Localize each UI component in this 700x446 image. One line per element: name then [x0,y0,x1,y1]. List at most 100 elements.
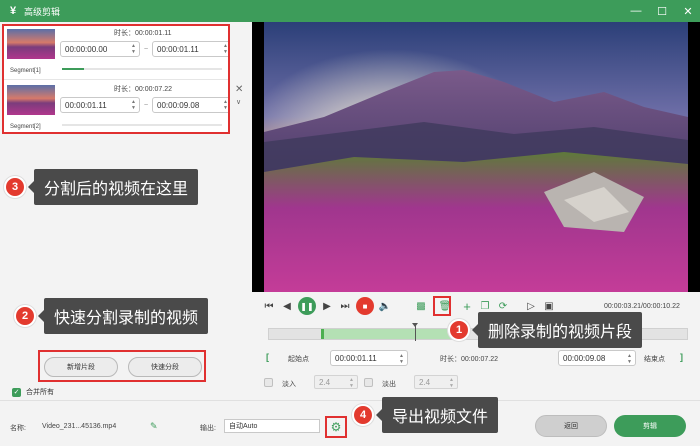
segment-end-value: 00:00:01.11 [157,44,199,54]
segment-end-time[interactable]: 00:00:01.11 ▲ ▼ [152,41,228,57]
title-bar: ¥ 高级剪辑 — ☐ ✕ [0,0,700,22]
fade-in-input[interactable]: 2.4 ▲ ▼ [314,375,358,389]
segment-start-value: 00:00:00.00 [65,44,108,54]
stepper-icon[interactable]: ▲ ▼ [399,353,404,365]
bottom-bar: 名称: Video_231...45136.mp4 ✎ 输出: 自动Auto ⚙… [0,397,700,446]
crop-icon[interactable]: ▣ [542,299,556,313]
fade-in-label: 淡入 [282,381,296,388]
window-title: 高级剪辑 [24,6,61,17]
stop-record-icon[interactable]: ■ [356,297,374,315]
stepper-icon[interactable]: ▲ ▼ [131,99,136,111]
start-point-button[interactable]: 起始点 [288,354,309,364]
segment-item[interactable]: 时长：00:00:01.11 00:00:00.00 ▲ ▼ ~ 00:00:01… [4,26,228,80]
segment-progress [62,68,222,70]
split-actions: 新增片段 快速分段 [38,350,206,382]
pause-icon[interactable]: ❚❚ [298,297,316,315]
segment-delete-icon[interactable]: ✕ [235,84,243,95]
maximize-icon[interactable]: ☐ [656,5,668,18]
stepper-icon[interactable]: ▲ ▼ [349,377,354,389]
callout-text: 删除录制的视频片段 [471,312,643,348]
timeline-selection[interactable] [321,329,465,339]
split-icon[interactable]: ▩ [414,299,428,313]
landscape-image [264,22,688,292]
skip-end-icon[interactable]: ⏭ [338,299,352,313]
callout-number: 1 [448,319,470,341]
time-separator: ~ [144,46,149,53]
fade-out-input[interactable]: 2.4 ▲ ▼ [414,375,458,389]
segment-thumbnail [7,29,55,59]
callout-1: 1 删除录制的视频片段 [448,312,643,348]
segment-duration: 时长：00:00:01.11 [114,30,172,37]
copy-icon[interactable]: ❐ [478,299,492,313]
merge-all-label: 合并所有 [26,389,54,396]
segment-start-time[interactable]: 00:00:00.00 ▲ ▼ [60,41,140,57]
skip-start-icon[interactable]: ⏮ [262,299,276,313]
fade-out-label: 淡出 [382,381,396,388]
range-duration: 时长：00:00:07.22 [440,356,498,363]
gear-icon: ⚙ [330,420,342,434]
output-path-field[interactable]: 自动Auto [224,419,320,433]
cut-button[interactable]: 剪辑 [614,415,686,437]
quick-split-button[interactable]: 快速分段 [128,357,202,377]
callout-number: 3 [4,176,26,198]
fade-out-value: 2.4 [419,377,431,387]
end-time-value: 00:00:09.08 [563,353,606,363]
segment-label: Segment[2] [10,124,41,130]
return-button[interactable]: 返回 [535,415,607,437]
new-segment-button[interactable]: 新增片段 [44,357,118,377]
segment-thumbnail [7,85,55,115]
output-path-value: 自动Auto [229,423,258,430]
stepper-icon[interactable]: ▲ ▼ [131,43,136,55]
merge-all-checkbox[interactable]: ✓ 合并所有 [12,387,54,397]
preview-icon[interactable]: ▷ [524,299,538,313]
callout-number: 4 [352,404,374,426]
edit-name-icon[interactable]: ✎ [150,421,158,432]
segment-start-time[interactable]: 00:00:01.11 ▲ ▼ [60,97,140,113]
stepper-icon[interactable]: ▲ ▼ [627,353,632,365]
video-preview [252,22,700,292]
volume-icon[interactable]: 🔈 [378,299,392,313]
stepper-icon[interactable]: ▲ ▼ [223,99,228,111]
refresh-icon[interactable]: ⟳ [496,299,510,313]
callout-text: 导出视频文件 [375,397,499,433]
segment-panel: 时长：00:00:01.11 00:00:00.00 ▲ ▼ ~ 00:00:01… [0,22,252,400]
start-bracket-icon[interactable]: [ [266,352,269,362]
step-back-icon[interactable]: ◀ [280,299,294,313]
segment-label: Segment[1] [10,68,41,74]
close-icon[interactable]: ✕ [682,5,694,18]
app-logo-icon: ¥ [9,5,17,17]
file-name: Video_231...45136.mp4 [42,423,117,430]
segment-end-time[interactable]: 00:00:09.08 ▲ ▼ [152,97,228,113]
end-bracket-icon[interactable]: ] [680,352,683,362]
start-time-input[interactable]: 00:00:01.11 ▲ ▼ [330,350,408,366]
segment-item[interactable]: 时长：00:00:07.22 00:00:01.11 ▲ ▼ ~ 00:00:09… [4,82,228,132]
step-forward-icon[interactable]: ▶ [320,299,334,313]
end-point-button[interactable]: 结束点 [644,354,665,364]
window-controls: — ☐ ✕ [630,0,694,22]
checkmark-icon: ✓ [12,387,21,397]
segment-end-value: 00:00:09.08 [157,100,200,110]
segment-start-value: 00:00:01.11 [65,100,107,110]
timecode: 00:00:03.21/00:00:10.22 [604,303,680,310]
stepper-icon[interactable]: ▲ ▼ [449,377,454,389]
minimize-icon[interactable]: — [630,5,642,17]
segment-progress [62,124,222,126]
callout-4: 4 导出视频文件 [352,397,499,433]
callout-2: 2 快速分割录制的视频 [14,298,209,334]
output-label: 输出: [200,425,216,432]
playhead[interactable] [412,323,418,341]
end-time-input[interactable]: 00:00:09.08 ▲ ▼ [558,350,636,366]
range-row: [ 起始点 00:00:01.11 ▲ ▼ 时长：00:00:07.22 00:0… [262,350,688,366]
time-separator: ~ [144,102,149,109]
add-icon[interactable]: + [460,299,474,314]
callout-text: 快速分割录制的视频 [37,298,209,334]
fade-in-value: 2.4 [319,377,331,387]
callout-number: 2 [14,305,36,327]
fade-out-checkbox[interactable] [364,378,373,387]
chevron-down-icon[interactable]: ∨ [236,98,241,106]
segment-duration: 时长：00:00:07.22 [114,86,172,93]
callout-3: 3 分割后的视频在这里 [4,169,199,205]
stepper-icon[interactable]: ▲ ▼ [223,43,228,55]
output-settings-button[interactable]: ⚙ [325,416,347,438]
fade-in-checkbox[interactable] [264,378,273,387]
